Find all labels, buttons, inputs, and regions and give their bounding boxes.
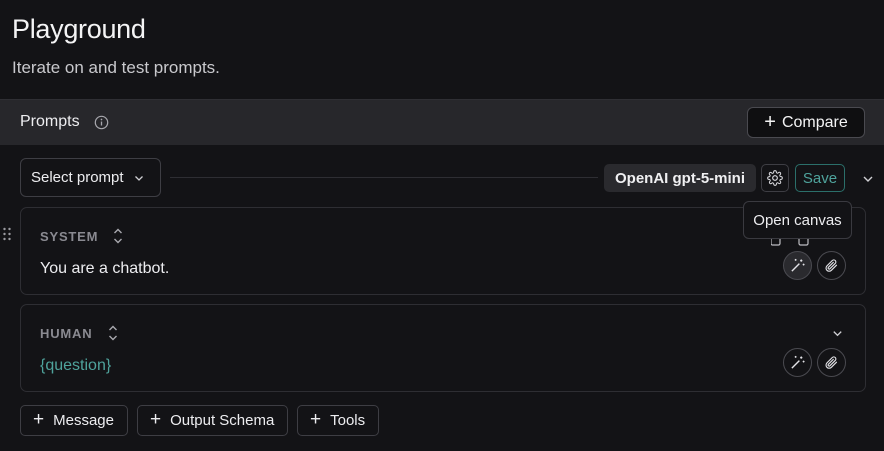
add-output-schema-button[interactable]: + Output Schema	[137, 405, 288, 436]
role-switch-icon[interactable]	[107, 323, 119, 343]
add-output-schema-label: Output Schema	[170, 412, 275, 429]
save-button[interactable]: Save	[795, 164, 845, 192]
magic-wand-button[interactable]	[783, 348, 812, 377]
compare-label: Compare	[781, 113, 848, 131]
info-icon[interactable]	[94, 115, 109, 130]
add-message-button[interactable]: + Message	[20, 405, 128, 436]
plus-icon: +	[150, 409, 162, 430]
message-card-human: HUMAN {question}	[20, 304, 866, 392]
compare-button[interactable]: + Compare	[747, 107, 865, 138]
attach-button[interactable]	[817, 251, 846, 280]
magic-wand-icon	[791, 355, 805, 369]
select-prompt-dropdown[interactable]: Select prompt	[20, 158, 161, 197]
plus-icon: +	[764, 110, 776, 133]
add-tools-label: Tools	[330, 412, 366, 429]
select-prompt-label: Select prompt	[31, 169, 124, 186]
chevron-down-icon[interactable]	[831, 327, 844, 340]
paperclip-icon	[825, 356, 838, 369]
message-content[interactable]: You are a chatbot.	[40, 260, 169, 278]
message-card-system: SYSTEM You are a chatbot.	[20, 207, 866, 295]
role-label[interactable]: HUMAN	[40, 326, 92, 341]
model-settings-button[interactable]	[761, 164, 789, 192]
page-title: Playground	[12, 14, 146, 44]
message-content[interactable]: {question}	[40, 357, 111, 375]
drag-handle-icon[interactable]	[2, 226, 12, 242]
page-subtitle: Iterate on and test prompts.	[12, 58, 220, 77]
add-tools-button[interactable]: + Tools	[297, 405, 379, 436]
chevron-down-icon[interactable]	[861, 172, 875, 186]
open-canvas-tooltip: Open canvas	[743, 201, 852, 239]
role-switch-icon[interactable]	[112, 226, 124, 246]
chevron-down-icon	[134, 175, 143, 181]
gear-icon	[767, 170, 783, 186]
plus-icon: +	[310, 409, 322, 430]
paperclip-icon	[825, 259, 838, 272]
role-label[interactable]: SYSTEM	[40, 229, 98, 244]
model-selector[interactable]: OpenAI gpt-5-mini	[604, 164, 756, 192]
magic-wand-icon	[791, 258, 805, 272]
prompts-bar: Prompts + Compare	[0, 99, 884, 145]
add-message-label: Message	[53, 412, 114, 429]
magic-wand-button[interactable]	[783, 251, 812, 280]
attach-button[interactable]	[817, 348, 846, 377]
prompts-label: Prompts	[20, 113, 80, 130]
plus-icon: +	[33, 409, 45, 430]
divider	[170, 177, 598, 178]
